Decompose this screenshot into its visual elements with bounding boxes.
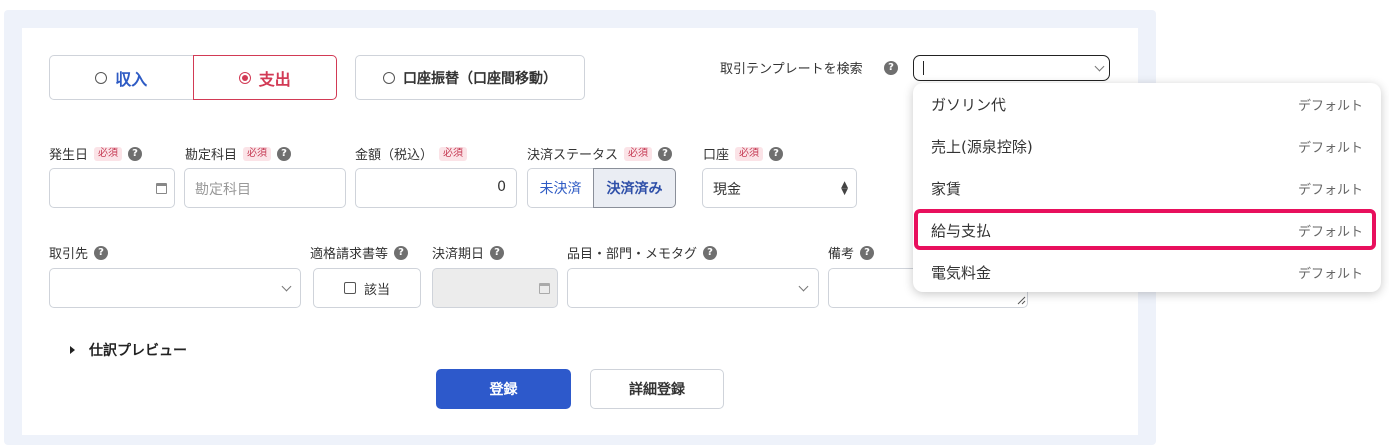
template-search-input[interactable] — [913, 55, 1110, 81]
caret-right-icon — [70, 346, 75, 354]
transaction-type-group: 収入 支出 — [49, 55, 337, 100]
amount-label-text: 金額（税込） — [355, 148, 434, 163]
account-item-field-label: 勘定科目 必須 ? — [185, 144, 292, 163]
help-icon[interactable]: ? — [884, 61, 898, 75]
help-icon[interactable]: ? — [277, 146, 292, 161]
status-toggle-group: 未決済 決済済み — [527, 168, 676, 208]
date-label-text: 発生日 — [49, 148, 89, 163]
date-field-label: 発生日 必須 ? — [49, 144, 143, 163]
transfer-label: 口座振替（口座間移動） — [403, 70, 557, 87]
required-badge: 必須 — [735, 146, 764, 161]
dropdown-item[interactable]: 電気料金 デフォルト — [913, 251, 1381, 293]
note-field-label: 備考 ? — [828, 243, 875, 262]
date-input[interactable] — [49, 168, 175, 208]
invoice-checkbox-label: 該当 — [363, 282, 390, 298]
required-badge: 必須 — [94, 146, 123, 161]
dropdown-item-tag: デフォルト — [1297, 183, 1363, 198]
status-settled-button[interactable]: 決済済み — [593, 168, 676, 208]
help-icon[interactable]: ? — [490, 245, 505, 260]
due-date-field-label: 決済期日 ? — [432, 243, 505, 262]
dropdown-item-tag: デフォルト — [1297, 141, 1363, 156]
invoice-field-label: 適格請求書等 ? — [310, 243, 409, 262]
calendar-icon[interactable] — [156, 183, 167, 194]
dropdown-item-name: 給与支払 — [931, 222, 992, 240]
radio-selected-icon — [238, 71, 251, 84]
select-arrows-icon: ▲ ▼ — [841, 180, 848, 197]
chevron-down-icon — [281, 281, 292, 292]
help-icon[interactable]: ? — [703, 245, 718, 260]
dropdown-item-tag: デフォルト — [1297, 99, 1363, 114]
due-date-input — [432, 268, 558, 308]
template-search-label: 取引テンプレートを検索 — [720, 62, 863, 77]
required-badge: 必須 — [624, 146, 653, 161]
expense-toggle[interactable]: 支出 — [192, 55, 337, 100]
help-icon[interactable]: ? — [658, 146, 673, 161]
wallet-select[interactable]: 現金 ▲ ▼ — [702, 168, 857, 208]
tags-field-label: 品目・部門・メモタグ ? — [567, 243, 718, 262]
chevron-down-icon[interactable] — [1094, 61, 1105, 72]
note-label-text: 備考 — [828, 247, 855, 262]
wallet-value: 現金 — [713, 182, 741, 198]
radio-icon — [95, 71, 108, 84]
account-item-label-text: 勘定科目 — [185, 148, 238, 163]
partner-label-text: 取引先 — [49, 247, 89, 262]
amount-input[interactable]: 0 — [355, 168, 517, 208]
amount-field-label: 金額（税込） 必須 — [355, 144, 468, 163]
dropdown-item-name: ガソリン代 — [931, 96, 1007, 114]
wallet-field-label: 口座 必須 ? — [703, 144, 784, 163]
dropdown-item-tag: デフォルト — [1297, 225, 1363, 240]
status-label-text: 決済ステータス — [527, 148, 619, 163]
dropdown-item[interactable]: ガソリン代 デフォルト — [913, 83, 1381, 125]
chevron-down-icon — [798, 281, 809, 292]
expense-label: 支出 — [258, 69, 291, 89]
invoice-label-text: 適格請求書等 — [310, 247, 389, 262]
detailed-register-button[interactable]: 詳細登録 — [590, 369, 724, 409]
account-item-placeholder: 勘定科目 — [195, 182, 251, 198]
status-unsettled-button[interactable]: 未決済 — [527, 168, 593, 208]
required-badge: 必須 — [243, 146, 272, 161]
amount-value: 0 — [497, 179, 506, 195]
invoice-checkbox-field[interactable]: 該当 — [313, 268, 421, 308]
register-button[interactable]: 登録 — [436, 369, 571, 409]
dropdown-item[interactable]: 売上(源泉控除) デフォルト — [913, 125, 1381, 167]
dropdown-item-name: 売上(源泉控除) — [931, 138, 1033, 156]
checkbox-icon[interactable] — [343, 282, 356, 294]
help-icon[interactable]: ? — [860, 245, 875, 260]
required-badge: 必須 — [439, 146, 468, 161]
dropdown-item-name: 家賃 — [931, 180, 962, 198]
text-cursor — [923, 61, 924, 75]
status-field-label: 決済ステータス 必須 ? — [527, 144, 673, 163]
radio-icon — [383, 71, 395, 84]
help-icon[interactable]: ? — [94, 245, 109, 260]
income-toggle[interactable]: 収入 — [49, 55, 193, 100]
partner-select[interactable] — [49, 268, 301, 308]
dropdown-item-name: 電気料金 — [931, 264, 992, 282]
help-icon[interactable]: ? — [394, 245, 409, 260]
calendar-icon — [539, 283, 550, 294]
due-date-label-text: 決済期日 — [432, 247, 485, 262]
journal-preview-label: 仕訳プレビュー — [89, 343, 187, 359]
template-dropdown: ガソリン代 デフォルト 売上(源泉控除) デフォルト 家賃 デフォルト 給与支払… — [913, 83, 1381, 292]
account-item-input[interactable]: 勘定科目 — [184, 168, 346, 208]
tags-label-text: 品目・部門・メモタグ — [567, 247, 698, 262]
help-icon[interactable]: ? — [128, 146, 143, 161]
dropdown-item[interactable]: 家賃 デフォルト — [913, 167, 1381, 209]
tags-select[interactable] — [567, 268, 819, 308]
help-icon[interactable]: ? — [769, 146, 784, 161]
dropdown-item-tag: デフォルト — [1297, 267, 1363, 282]
wallet-label-text: 口座 — [703, 148, 730, 163]
resize-handle-icon[interactable] — [1016, 295, 1026, 305]
journal-preview-toggle[interactable]: 仕訳プレビュー — [70, 340, 187, 360]
transfer-toggle[interactable]: 口座振替（口座間移動） — [355, 55, 585, 100]
dropdown-item-highlighted[interactable]: 給与支払 デフォルト — [913, 209, 1381, 251]
income-label: 収入 — [115, 69, 148, 89]
partner-field-label: 取引先 ? — [49, 243, 109, 262]
